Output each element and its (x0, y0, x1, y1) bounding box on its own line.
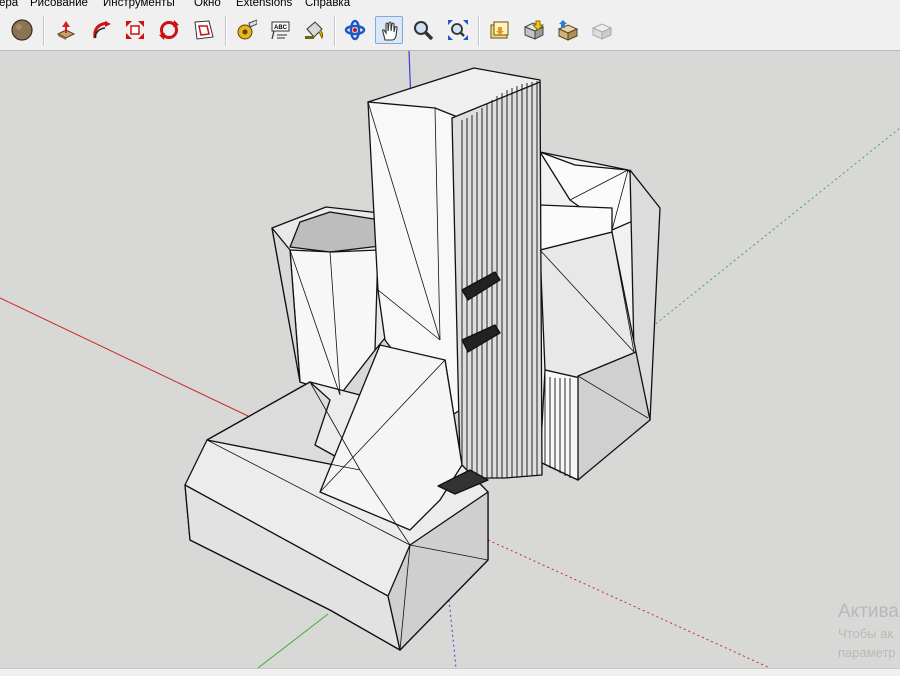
green-axis-dotted (647, 127, 900, 331)
blue-axis-dotted (447, 589, 457, 668)
windows-activation-watermark: Актива Чтобы ак параметр (838, 600, 899, 662)
menu-help[interactable]: Справка (305, 0, 350, 9)
tape-measure-icon (237, 19, 257, 40)
model-viewport[interactable] (0, 51, 900, 668)
toolbar: ABC (0, 12, 900, 51)
toolbar-separator (478, 16, 480, 46)
rotate-icon (159, 20, 179, 40)
3d-model[interactable] (184, 67, 661, 651)
push-pull-button[interactable] (52, 16, 80, 44)
follow-me-icon (93, 21, 111, 39)
menu-tools[interactable]: Инструменты (103, 0, 175, 9)
zoom-icon (414, 21, 434, 41)
toolbar-separator (225, 16, 227, 46)
tape-measure-button[interactable] (232, 16, 260, 44)
zoom-extents-icon (448, 20, 468, 40)
extension-warehouse-icon (557, 20, 579, 41)
watermark-line-1: Чтобы ак (838, 626, 894, 641)
green-axis (257, 613, 329, 668)
red-axis (0, 297, 249, 417)
offset-button[interactable] (190, 16, 218, 44)
follow-me-button[interactable] (87, 16, 115, 44)
toolbar-separator (43, 16, 45, 46)
scale-button[interactable] (121, 16, 149, 44)
paint-bucket-button[interactable] (300, 16, 328, 44)
toolbar-separator (334, 16, 336, 46)
get-models-icon (490, 21, 509, 39)
paint-ball-button[interactable] (8, 16, 36, 44)
red-axis-dotted (487, 539, 771, 668)
share-model-button[interactable] (520, 16, 548, 44)
zoom-extents-button[interactable] (444, 16, 472, 44)
zoom-button[interactable] (409, 16, 437, 44)
menu-extensions[interactable]: Extensions (236, 0, 292, 9)
scene-drawing (0, 51, 900, 668)
orbit-button[interactable] (341, 16, 369, 44)
rotate-button[interactable] (155, 16, 183, 44)
paint-bucket-icon (305, 21, 324, 40)
menu-window[interactable]: Окно (194, 0, 221, 9)
pan-hand-button[interactable] (375, 16, 403, 44)
text-button[interactable]: ABC (266, 16, 294, 44)
watermark-line-2: параметр (838, 645, 896, 660)
paint-ball-icon (11, 19, 33, 41)
svg-text:ABC: ABC (274, 25, 288, 31)
menu-camera[interactable]: ера (0, 0, 18, 9)
menu-draw[interactable]: Рисование (30, 0, 88, 9)
watermark-title: Актива (838, 601, 899, 622)
extension-warehouse-button[interactable] (554, 16, 582, 44)
text-icon: ABC (271, 21, 290, 40)
share-model-icon (523, 20, 545, 40)
get-models-button[interactable] (486, 16, 514, 44)
menu-bar: ера Рисование Инструменты Окно Extension… (0, 0, 900, 12)
orbit-icon (344, 19, 366, 41)
offset-icon (194, 20, 214, 40)
pan-hand-icon (382, 21, 398, 41)
share-component-button[interactable] (588, 16, 616, 44)
share-component-icon (591, 23, 613, 40)
push-pull-icon (56, 21, 76, 40)
scale-icon (126, 21, 144, 39)
